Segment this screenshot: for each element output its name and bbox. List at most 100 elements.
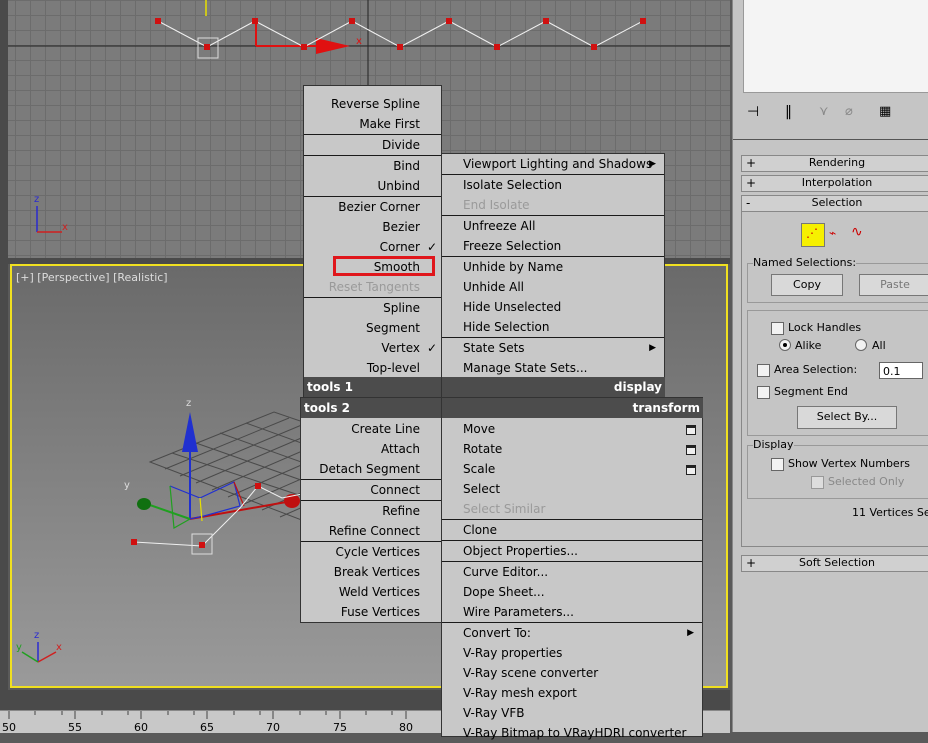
menu-item-reverse-spline[interactable]: Reverse Spline — [331, 94, 420, 114]
all-label: All — [872, 339, 886, 352]
ruler-tick-label: 60 — [134, 721, 148, 734]
menu-item-refine-connect[interactable]: Refine Connect — [329, 521, 420, 541]
menu-item-spline[interactable]: Spline — [383, 298, 420, 318]
menu-item-bezier[interactable]: Bezier — [382, 217, 420, 237]
menu-item-divide[interactable]: Divide — [382, 135, 420, 155]
top-axis-x2-label: x — [62, 222, 68, 233]
menu-item-object-properties[interactable]: Object Properties... — [463, 541, 578, 561]
persp-axis-x-label: x — [56, 642, 62, 653]
menu-item-break-vertices[interactable]: Break Vertices — [334, 562, 420, 582]
pin-stack-icon[interactable]: ⊣ — [747, 104, 759, 120]
divider — [733, 139, 928, 140]
menu-item-refine[interactable]: Refine — [382, 501, 420, 521]
menu-item-freeze-selection[interactable]: Freeze Selection — [463, 236, 561, 256]
menu-item-reset-tangents[interactable]: Reset Tangents — [329, 277, 420, 297]
submenu-arrow-icon: ▶ — [649, 159, 656, 169]
tools2-header: tools 2 — [301, 398, 442, 418]
display-group — [747, 445, 928, 499]
menu-item-vray-mesh-export[interactable]: V-Ray mesh export — [463, 683, 577, 703]
menu-item-unhide-all[interactable]: Unhide All — [463, 277, 524, 297]
menu-item-vray-bitmap-converter[interactable]: V-Ray Bitmap to VRayHDRI converter — [463, 723, 686, 743]
rollout-soft-selection[interactable]: + Soft Selection — [741, 555, 928, 572]
menu-item-unbind[interactable]: Unbind — [377, 176, 420, 196]
select-by-button[interactable]: Select By... — [797, 406, 897, 429]
menu-item-dope-sheet[interactable]: Dope Sheet... — [463, 582, 545, 602]
settings-box-icon[interactable] — [686, 425, 696, 435]
selected-only-checkbox[interactable] — [811, 476, 824, 489]
segment-level-icon[interactable]: ⌁ — [829, 226, 836, 240]
rollout-selection[interactable]: - Selection — [741, 195, 928, 212]
menu-item-connect[interactable]: Connect — [370, 480, 420, 500]
configure-sets-icon[interactable]: ▦ — [879, 104, 891, 119]
remove-modifier-icon[interactable]: ⌀ — [845, 104, 853, 119]
modifier-stack-list[interactable] — [743, 0, 928, 93]
menu-item-bezier-corner[interactable]: Bezier Corner — [338, 197, 420, 217]
persp-axis-y-label: y — [16, 642, 22, 653]
settings-box-icon[interactable] — [686, 445, 696, 455]
area-selection-field[interactable]: 0.1 — [879, 362, 923, 379]
menu-item-segment[interactable]: Segment — [366, 318, 420, 338]
area-selection-checkbox[interactable] — [757, 364, 770, 377]
paste-button[interactable]: Paste — [859, 274, 928, 296]
rollout-rendering[interactable]: + Rendering — [741, 155, 928, 172]
menu-item-create-line[interactable]: Create Line — [351, 419, 420, 439]
menu-item-end-isolate[interactable]: End Isolate — [463, 195, 530, 215]
menu-item-detach-segment[interactable]: Detach Segment — [319, 459, 420, 479]
menu-item-weld-vertices[interactable]: Weld Vertices — [339, 582, 420, 602]
menu-item-top-level[interactable]: Top-level — [367, 358, 420, 378]
show-vertex-numbers-checkbox[interactable] — [771, 458, 784, 471]
segment-end-label: Segment End — [774, 385, 848, 398]
menu-item-viewport-lighting[interactable]: Viewport Lighting and Shadows — [463, 154, 652, 174]
rollout-interpolation-label: Interpolation — [801, 176, 873, 189]
menu-item-vray-properties[interactable]: V-Ray properties — [463, 643, 562, 663]
menu-item-make-first[interactable]: Make First — [359, 114, 420, 134]
menu-separator — [301, 500, 441, 501]
menu-item-vertex[interactable]: Vertex — [381, 338, 420, 358]
menu-item-wire-parameters[interactable]: Wire Parameters... — [463, 602, 574, 622]
all-radio[interactable] — [855, 339, 867, 351]
display-label: Display — [753, 438, 794, 451]
lock-handles-checkbox[interactable] — [771, 322, 784, 335]
ruler-tick-label: 70 — [266, 721, 280, 734]
menu-item-clone[interactable]: Clone — [463, 520, 497, 540]
menu-item-hide-unselected[interactable]: Hide Unselected — [463, 297, 561, 317]
menu-item-bind[interactable]: Bind — [393, 156, 420, 176]
show-end-result-icon[interactable]: ‖ — [785, 104, 792, 120]
vertex-level-button[interactable]: ⋰ — [801, 223, 825, 247]
rollout-interpolation[interactable]: + Interpolation — [741, 175, 928, 192]
menu-item-convert-to[interactable]: Convert To: — [463, 623, 531, 643]
menu-item-unfreeze-all[interactable]: Unfreeze All — [463, 216, 535, 236]
menu-item-isolate-selection[interactable]: Isolate Selection — [463, 175, 562, 195]
menu-item-manage-state-sets[interactable]: Manage State Sets... — [463, 358, 587, 378]
menu-item-hide-selection[interactable]: Hide Selection — [463, 317, 549, 337]
selection-status-text: 11 Vertices Selec — [852, 506, 928, 519]
menu-item-unhide-by-name[interactable]: Unhide by Name — [463, 257, 563, 277]
menu-item-move[interactable]: Move — [463, 419, 495, 439]
menu-item-cycle-vertices[interactable]: Cycle Vertices — [336, 542, 420, 562]
spline-level-icon[interactable]: ∿ — [851, 224, 863, 240]
alike-radio[interactable] — [779, 339, 791, 351]
segment-end-checkbox[interactable] — [757, 386, 770, 399]
rollout-border — [741, 200, 742, 546]
menu-item-vray-scene-converter[interactable]: V-Ray scene converter — [463, 663, 598, 683]
settings-box-icon[interactable] — [686, 465, 696, 475]
menu-item-attach[interactable]: Attach — [381, 439, 420, 459]
make-unique-icon[interactable]: ⋎ — [819, 104, 829, 119]
smooth-highlight-box — [333, 256, 435, 276]
menu-item-select[interactable]: Select — [463, 479, 500, 499]
menu-item-fuse-vertices[interactable]: Fuse Vertices — [341, 602, 420, 622]
menu-item-select-similar[interactable]: Select Similar — [463, 499, 545, 519]
menu-item-vray-vfb[interactable]: V-Ray VFB — [463, 703, 525, 723]
tools1-header: tools 1 — [304, 377, 442, 397]
ruler-tick-label: 75 — [333, 721, 347, 734]
persp-gizmo-y-label: y — [124, 480, 130, 491]
corner-checkmark: ✓ — [426, 240, 437, 254]
menu-separator — [304, 134, 441, 135]
copy-button[interactable]: Copy — [771, 274, 843, 296]
rollout-selection-label: Selection — [811, 196, 863, 209]
menu-item-scale[interactable]: Scale — [463, 459, 495, 479]
menu-item-rotate[interactable]: Rotate — [463, 439, 502, 459]
menu-item-curve-editor[interactable]: Curve Editor... — [463, 562, 548, 582]
menu-item-state-sets[interactable]: State Sets — [463, 338, 525, 358]
menu-item-corner[interactable]: Corner — [380, 237, 420, 257]
